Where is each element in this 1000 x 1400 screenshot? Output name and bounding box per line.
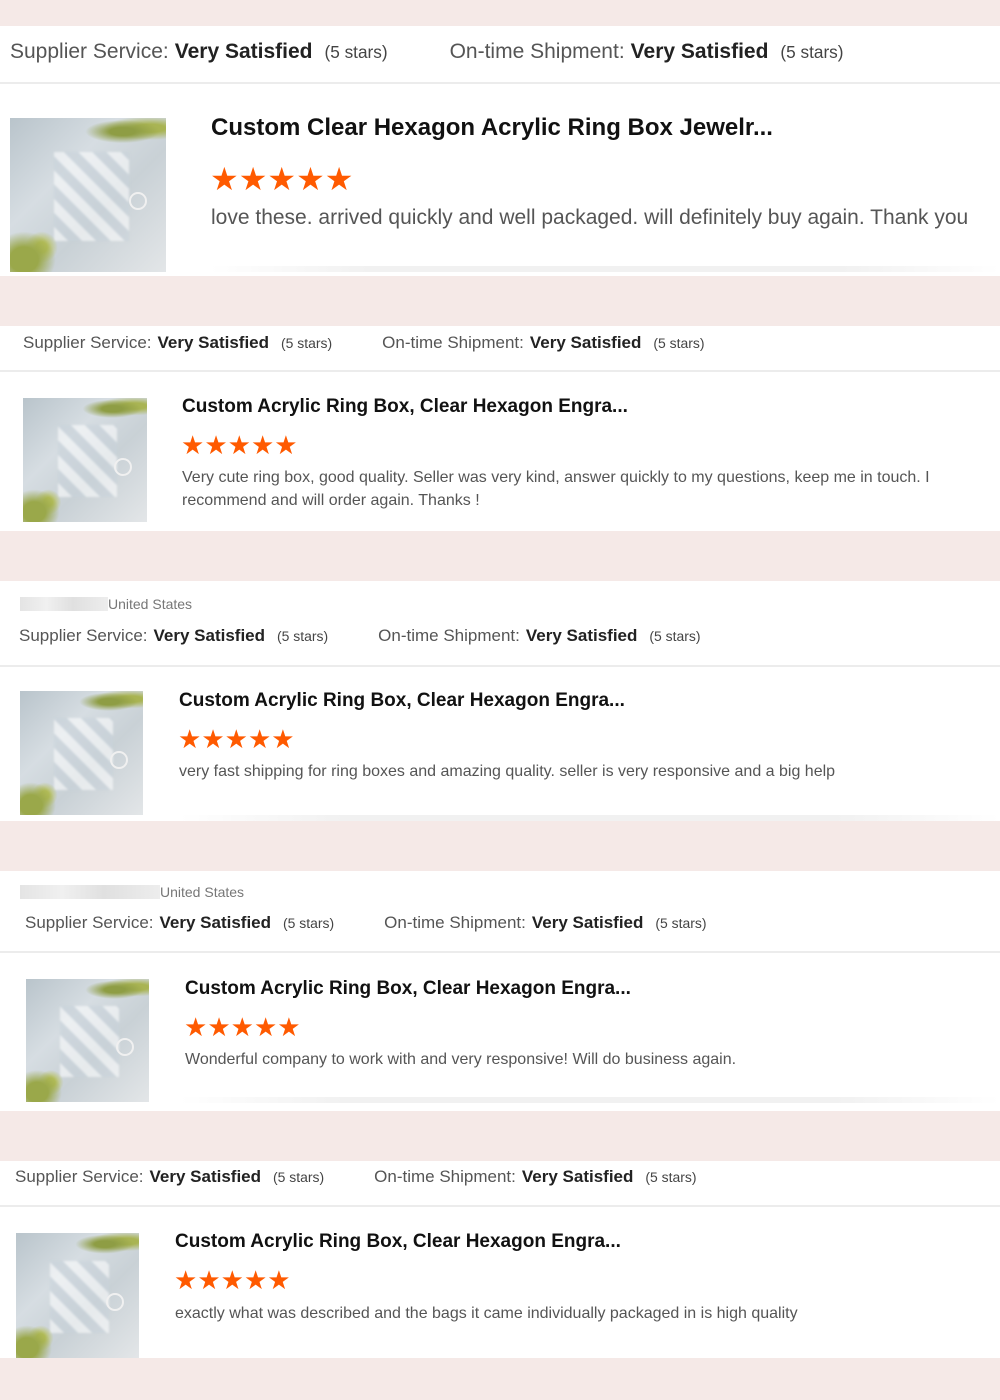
product-title[interactable]: Custom Acrylic Ring Box, Clear Hexagon E… (175, 1231, 621, 1253)
star-icon: ★ (247, 724, 272, 754)
shipment-stars: (5 stars) (655, 915, 707, 931)
rating-summary: Supplier Service: Very Satisfied (5 star… (0, 908, 1000, 938)
shipment-value: Very Satisfied (529, 333, 642, 352)
rating-stars: ★ ★ ★ ★ ★ (184, 1012, 301, 1043)
star-icon: ★ (253, 1012, 278, 1042)
review-card: United States Supplier Service: Very Sat… (0, 581, 1000, 821)
review-comment: very fast shipping for ring boxes and am… (179, 763, 836, 780)
star-icon: ★ (324, 161, 354, 197)
supplier-service-stars: (5 stars) (277, 628, 329, 644)
star-icon: ★ (220, 1265, 244, 1295)
reviewer-name-blurred (20, 597, 108, 611)
supplier-service-value: Very Satisfied (157, 333, 270, 352)
star-icon: ★ (201, 724, 225, 754)
star-icon: ★ (210, 161, 239, 197)
review-card: United States Supplier Service: Very Sat… (0, 871, 1000, 1111)
rating-summary: Supplier Service: Very Satisfied (5 star… (0, 328, 1000, 358)
shipment-value: Very Satisfied (525, 626, 638, 645)
product-thumbnail[interactable] (16, 1233, 139, 1358)
shipment-stars: (5 stars) (645, 1169, 697, 1185)
product-thumbnail[interactable] (26, 979, 149, 1102)
supplier-service-label: Supplier Service: (15, 1167, 144, 1186)
star-icon: ★ (178, 724, 202, 754)
product-title[interactable]: Custom Clear Hexagon Acrylic Ring Box Je… (211, 114, 773, 142)
product-thumbnail[interactable] (20, 691, 143, 815)
reviewer-location: United States (20, 884, 244, 900)
divider (180, 1097, 1000, 1103)
star-icon: ★ (277, 1012, 301, 1042)
rating-stars: ★ ★ ★ ★ ★ (181, 430, 298, 461)
supplier-service-value: Very Satisfied (153, 626, 266, 645)
supplier-service-label: Supplier Service: (25, 913, 154, 932)
review-comment: Very cute ring box, good quality. Seller… (182, 469, 930, 510)
supplier-service-value: Very Satisfied (149, 1167, 262, 1186)
shipment-label: On-time Shipment: (384, 913, 526, 932)
review-comment: Wonderful company to work with and very … (185, 1051, 737, 1068)
shipment-value: Very Satisfied (531, 913, 644, 932)
review-comment: exactly what was described and the bags … (175, 1305, 798, 1322)
reviewer-name-blurred (20, 885, 160, 899)
star-icon: ★ (250, 430, 275, 460)
divider (0, 1205, 1000, 1207)
star-icon: ★ (204, 430, 228, 460)
shipment-label: On-time Shipment: (378, 626, 520, 645)
shipment-label: On-time Shipment: (374, 1167, 516, 1186)
supplier-service-label: Supplier Service: (23, 333, 152, 352)
star-icon: ★ (238, 161, 268, 197)
supplier-service-value: Very Satisfied (174, 40, 313, 63)
shipment-value: Very Satisfied (630, 40, 769, 63)
divider (0, 82, 1000, 84)
supplier-service-stars: (5 stars) (283, 915, 335, 931)
review-card: Supplier Service: Very Satisfied (5 star… (0, 26, 1000, 276)
shipment-label: On-time Shipment: (382, 333, 524, 352)
product-title[interactable]: Custom Acrylic Ring Box, Clear Hexagon E… (179, 690, 625, 712)
rating-summary: Supplier Service: Very Satisfied (5 star… (0, 621, 1000, 651)
divider (0, 951, 1000, 953)
shipment-stars: (5 stars) (780, 41, 844, 62)
reviewer-location: United States (20, 596, 192, 612)
shipment-value: Very Satisfied (521, 1167, 634, 1186)
rating-stars: ★ ★ ★ ★ ★ (174, 1265, 291, 1296)
star-icon: ★ (174, 1265, 198, 1295)
star-icon: ★ (207, 1012, 231, 1042)
review-card: Supplier Service: Very Satisfied (5 star… (0, 326, 1000, 531)
star-icon: ★ (267, 161, 297, 197)
star-icon: ★ (184, 1012, 208, 1042)
star-icon: ★ (243, 1265, 268, 1295)
country-label: United States (160, 884, 245, 900)
star-icon: ★ (267, 1265, 291, 1295)
star-icon: ★ (227, 430, 251, 460)
rating-summary: Supplier Service: Very Satisfied (5 star… (0, 1162, 1000, 1192)
product-title[interactable]: Custom Acrylic Ring Box, Clear Hexagon E… (182, 396, 628, 418)
country-label: United States (108, 596, 193, 612)
shipment-stars: (5 stars) (653, 335, 705, 351)
star-icon: ★ (224, 724, 248, 754)
rating-stars: ★ ★ ★ ★ ★ (210, 160, 353, 198)
star-icon: ★ (230, 1012, 254, 1042)
supplier-service-label: Supplier Service: (10, 40, 169, 63)
rating-summary: Supplier Service: Very Satisfied (5 star… (0, 32, 1000, 72)
supplier-service-label: Supplier Service: (19, 626, 148, 645)
star-icon: ★ (181, 430, 205, 460)
shipment-stars: (5 stars) (649, 628, 701, 644)
review-card: Supplier Service: Very Satisfied (5 star… (0, 1161, 1000, 1358)
star-icon: ★ (296, 161, 325, 197)
product-thumbnail[interactable] (23, 398, 147, 522)
product-title[interactable]: Custom Acrylic Ring Box, Clear Hexagon E… (185, 978, 631, 1000)
supplier-service-value: Very Satisfied (159, 913, 272, 932)
supplier-service-stars: (5 stars) (324, 41, 388, 62)
supplier-service-stars: (5 stars) (273, 1169, 325, 1185)
divider (210, 266, 1000, 272)
star-icon: ★ (274, 430, 298, 460)
review-comment: love these. arrived quickly and well pac… (211, 206, 969, 229)
divider (0, 665, 1000, 667)
divider (180, 815, 1000, 821)
product-thumbnail[interactable] (10, 118, 166, 272)
divider (0, 370, 1000, 372)
shipment-label: On-time Shipment: (449, 40, 625, 63)
supplier-service-stars: (5 stars) (281, 335, 333, 351)
star-icon: ★ (271, 724, 295, 754)
star-icon: ★ (197, 1265, 221, 1295)
rating-stars: ★ ★ ★ ★ ★ (178, 724, 295, 755)
